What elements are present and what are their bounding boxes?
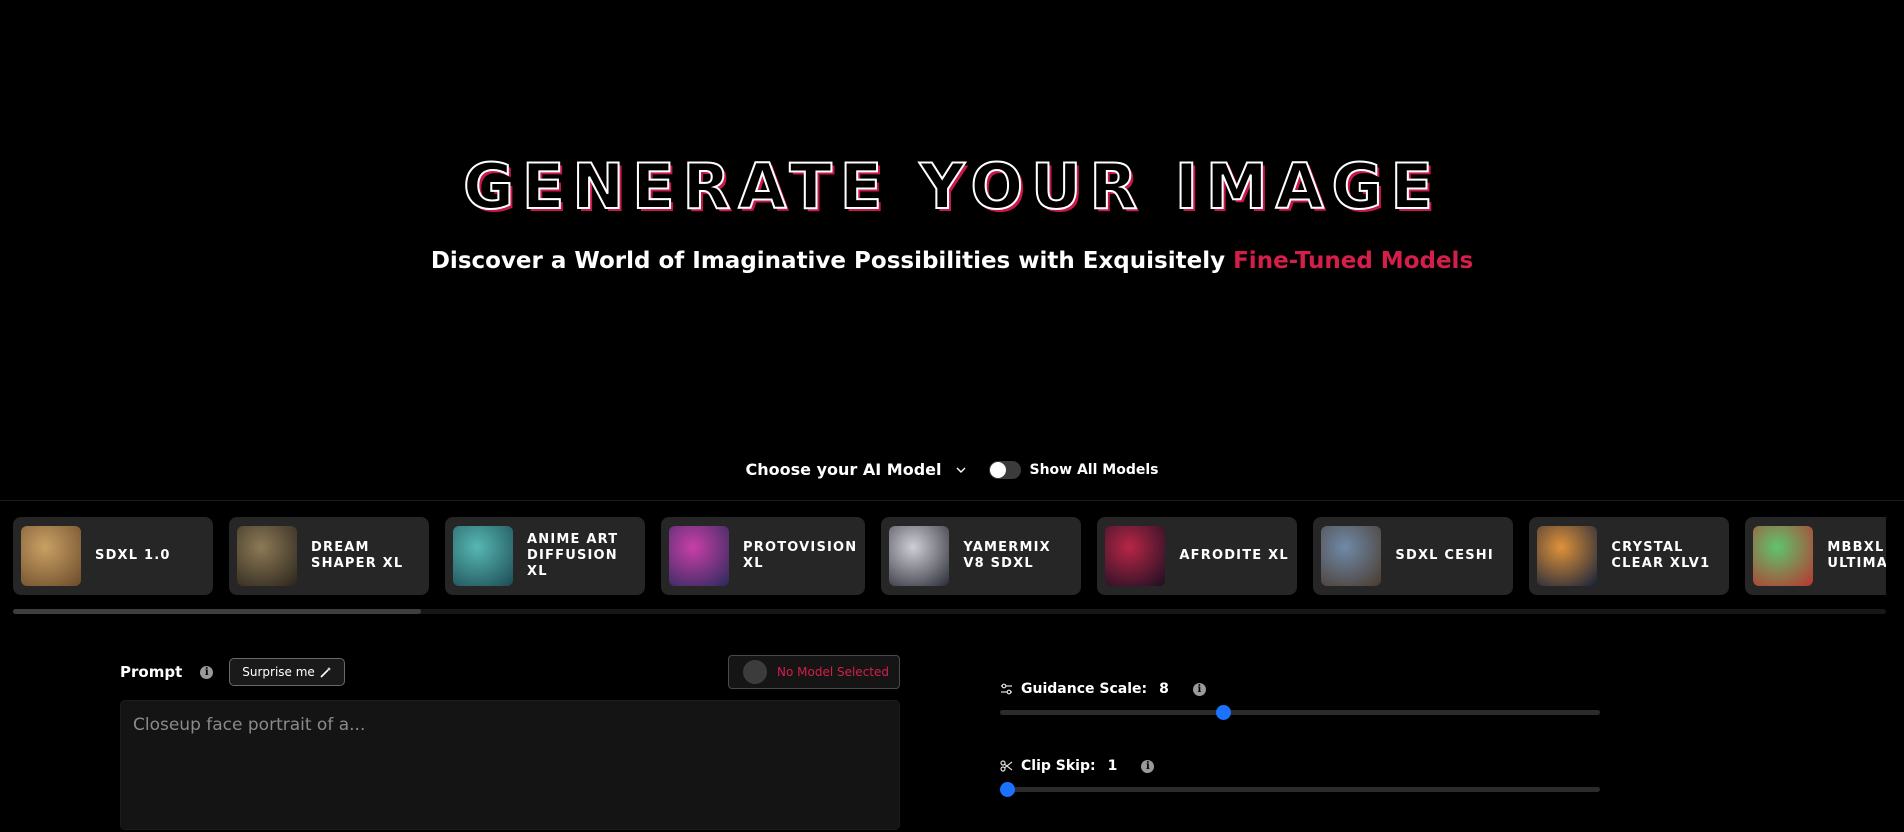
carousel-scrollbar-thumb[interactable]	[13, 609, 421, 614]
show-all-models-label: Show All Models	[1029, 461, 1159, 478]
model-card-label: DREAM SHAPER XL	[311, 540, 404, 571]
model-carousel[interactable]: SDXL 1.0 DREAM SHAPER XL ANIME ART DIFFUSI…	[13, 517, 1886, 595]
prompt-header: Prompt i Surprise me No Model Selected	[120, 655, 900, 689]
model-card[interactable]: PROTOVISION XL	[661, 517, 866, 595]
model-selector-bar: Choose your AI Model Show All Models	[0, 460, 1904, 479]
model-card-label: AFRODITE XL	[1179, 548, 1289, 563]
model-card-label: SDXL CESHI	[1395, 548, 1494, 563]
model-card[interactable]: DREAM SHAPER XL	[229, 517, 429, 595]
model-card[interactable]: AFRODITE XL	[1097, 517, 1298, 595]
guidance-scale-control: Guidance Scale: 8 i	[1000, 678, 1600, 720]
clip-skip-value: 1	[1107, 758, 1118, 774]
prompt-panel: Prompt i Surprise me No Model Selected C…	[120, 655, 900, 830]
model-card[interactable]: CRYSTAL CLEAR XLV1	[1529, 517, 1730, 595]
model-card-label: CRYSTAL CLEAR XLV1	[1611, 540, 1711, 571]
info-icon[interactable]: i	[1192, 682, 1206, 696]
model-thumbnail	[1753, 526, 1814, 586]
model-card[interactable]: MBBXL ULTIMATE	[1745, 517, 1886, 595]
model-thumbnail	[1537, 526, 1598, 586]
model-card[interactable]: SDXL 1.0	[13, 517, 213, 595]
carousel-scrollbar[interactable]	[13, 609, 1886, 614]
prompt-label: Prompt	[120, 663, 183, 681]
magic-wand-icon	[320, 666, 331, 678]
model-card[interactable]: SDXL CESHI	[1313, 517, 1514, 595]
page-subtitle: Discover a World of Imaginative Possibil…	[0, 248, 1904, 274]
parameters-panel: Guidance Scale: 8 i Clip Skip: 1 i	[1000, 678, 1600, 832]
clip-skip-slider[interactable]	[1000, 782, 1600, 797]
clip-skip-control: Clip Skip: 1 i	[1000, 755, 1600, 797]
subtitle-text: Discover a World of Imaginative Possibil…	[430, 248, 1234, 274]
model-card-label: PROTOVISION XL	[743, 540, 858, 571]
guidance-scale-header: Guidance Scale: 8 i	[1000, 678, 1600, 700]
show-all-models-toggle[interactable]	[989, 460, 1022, 479]
model-card-label: ANIME ART DIFFUSION XL	[527, 532, 619, 579]
toggle-knob	[990, 461, 1007, 478]
surprise-me-button[interactable]: Surprise me	[229, 658, 345, 686]
choose-model-label: Choose your AI Model	[745, 460, 942, 479]
scissors-icon	[1000, 760, 1013, 772]
info-icon[interactable]: i	[1141, 759, 1155, 773]
model-thumbnail	[669, 526, 729, 586]
model-thumbnail	[1321, 526, 1382, 586]
clip-skip-slider-handle[interactable]	[1000, 782, 1015, 797]
model-avatar-placeholder	[743, 660, 767, 684]
chevron-down-icon	[956, 467, 966, 473]
model-thumbnail	[21, 526, 81, 586]
info-icon[interactable]: i	[200, 665, 214, 679]
surprise-me-label: Surprise me	[242, 665, 315, 679]
model-card-label: MBBXL ULTIMATE	[1827, 540, 1886, 571]
guidance-scale-value: 8	[1159, 681, 1169, 697]
prompt-placeholder: Closeup face portrait of a...	[133, 715, 366, 735]
selected-model-indicator[interactable]: No Model Selected	[728, 655, 900, 689]
divider	[0, 500, 1904, 501]
guidance-scale-slider-handle[interactable]	[1216, 705, 1232, 720]
prompt-input[interactable]: Closeup face portrait of a...	[120, 700, 900, 830]
model-card-label: YAMERMIX V8 SDXL	[963, 540, 1051, 571]
model-card-label: SDXL 1.0	[95, 548, 171, 563]
subtitle-accent: Fine-Tuned Models	[1233, 248, 1474, 274]
show-all-models-toggle-group: Show All Models	[989, 460, 1159, 479]
sliders-icon	[1001, 683, 1012, 695]
choose-model-dropdown[interactable]: Choose your AI Model	[746, 460, 968, 479]
guidance-scale-label: Guidance Scale:	[1021, 681, 1148, 697]
model-thumbnail	[237, 526, 297, 586]
model-thumbnail	[889, 526, 950, 586]
guidance-scale-slider[interactable]	[1000, 705, 1600, 720]
no-model-label: No Model Selected	[777, 665, 889, 679]
model-card[interactable]: ANIME ART DIFFUSION XL	[445, 517, 645, 595]
clip-skip-label: Clip Skip:	[1021, 758, 1096, 774]
page-title: GENERATE YOUR IMAGE	[462, 149, 1441, 224]
model-thumbnail	[1105, 526, 1166, 586]
model-thumbnail	[453, 526, 513, 586]
clip-skip-header: Clip Skip: 1 i	[1000, 755, 1600, 777]
model-card[interactable]: YAMERMIX V8 SDXL	[881, 517, 1082, 595]
